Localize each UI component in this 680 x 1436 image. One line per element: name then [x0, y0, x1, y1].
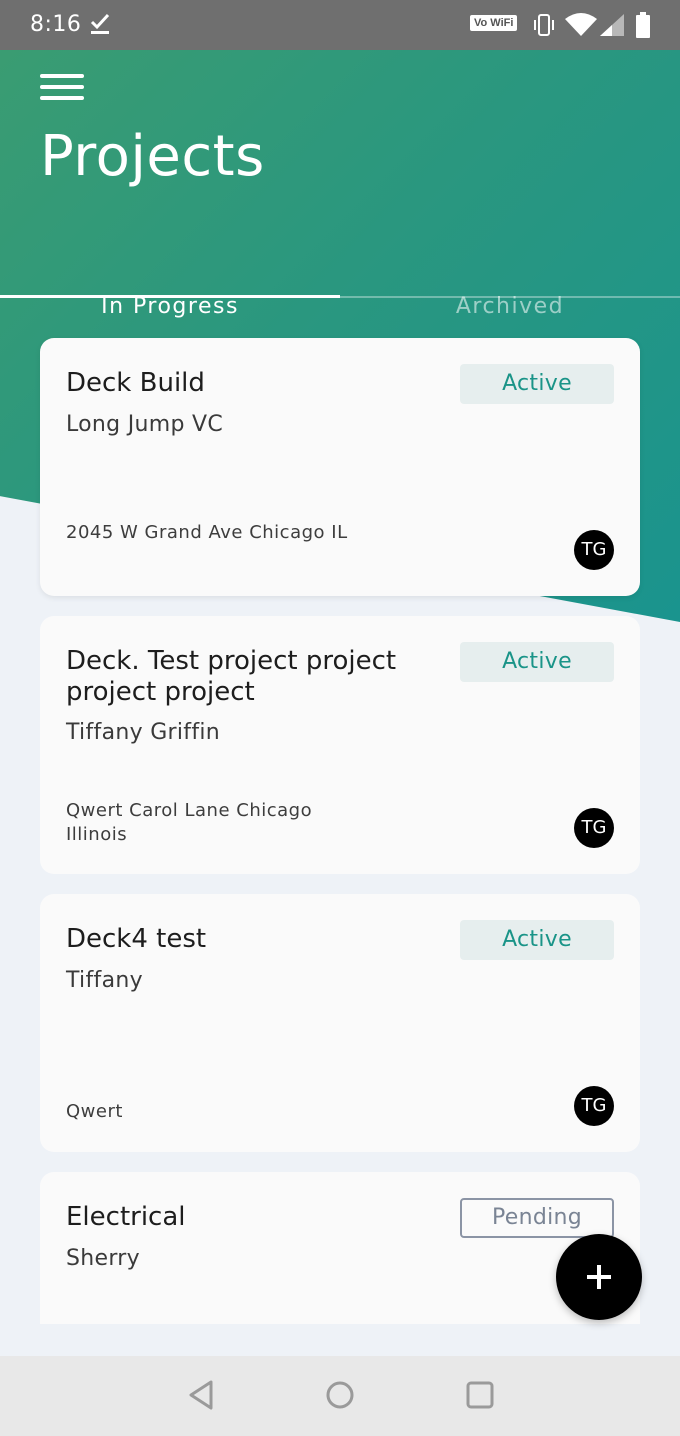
project-client: Tiffany: [66, 968, 143, 993]
tab-selected-indicator: [0, 295, 340, 298]
page-title: Projects: [40, 124, 265, 189]
avatar: TG: [574, 530, 614, 570]
back-icon[interactable]: [188, 1380, 214, 1415]
project-client: Long Jump VC: [66, 412, 224, 437]
vowifi-icon: Vo WiFi: [470, 15, 518, 31]
wifi-icon: [565, 13, 597, 42]
status-badge: Active: [460, 642, 614, 682]
status-time: 8:16: [30, 12, 82, 37]
add-project-button[interactable]: [556, 1234, 642, 1320]
status-badge: Active: [460, 364, 614, 404]
signal-icon: [600, 13, 626, 42]
recents-icon[interactable]: [466, 1380, 494, 1415]
status-badge: Active: [460, 920, 614, 960]
project-client: Tiffany Griffin: [66, 720, 221, 745]
project-card[interactable]: Deck Build Long Jump VC Active 2045 W Gr…: [40, 338, 640, 596]
project-card[interactable]: Deck4 test Tiffany Active Qwert TG: [40, 894, 640, 1152]
system-nav-bar: [0, 1356, 680, 1436]
home-icon[interactable]: [326, 1380, 354, 1415]
project-title: Electrical: [66, 1202, 186, 1232]
project-title: Deck4 test: [66, 924, 207, 954]
project-address: Qwert: [66, 1101, 123, 1122]
project-card[interactable]: Electrical Sherry Pending: [40, 1172, 640, 1324]
check-icon: [90, 12, 110, 41]
project-card[interactable]: Deck. Test project project project proje…: [40, 616, 640, 874]
status-bar: 8:16 Vo WiFi: [0, 0, 680, 50]
project-address: 2045 W Grand Ave Chicago IL: [66, 522, 348, 543]
project-title: Deck Build: [66, 368, 205, 398]
project-title: Deck. Test project project project proje…: [66, 646, 397, 707]
project-client: Sherry: [66, 1246, 140, 1271]
vibrate-icon: [533, 13, 555, 42]
status-badge: Pending: [460, 1198, 614, 1238]
battery-icon: [636, 12, 650, 43]
avatar: TG: [574, 808, 614, 848]
avatar: TG: [574, 1086, 614, 1126]
hamburger-menu-icon[interactable]: [40, 74, 84, 104]
project-address: Qwert Carol Lane Chicago Illinois: [66, 800, 313, 845]
